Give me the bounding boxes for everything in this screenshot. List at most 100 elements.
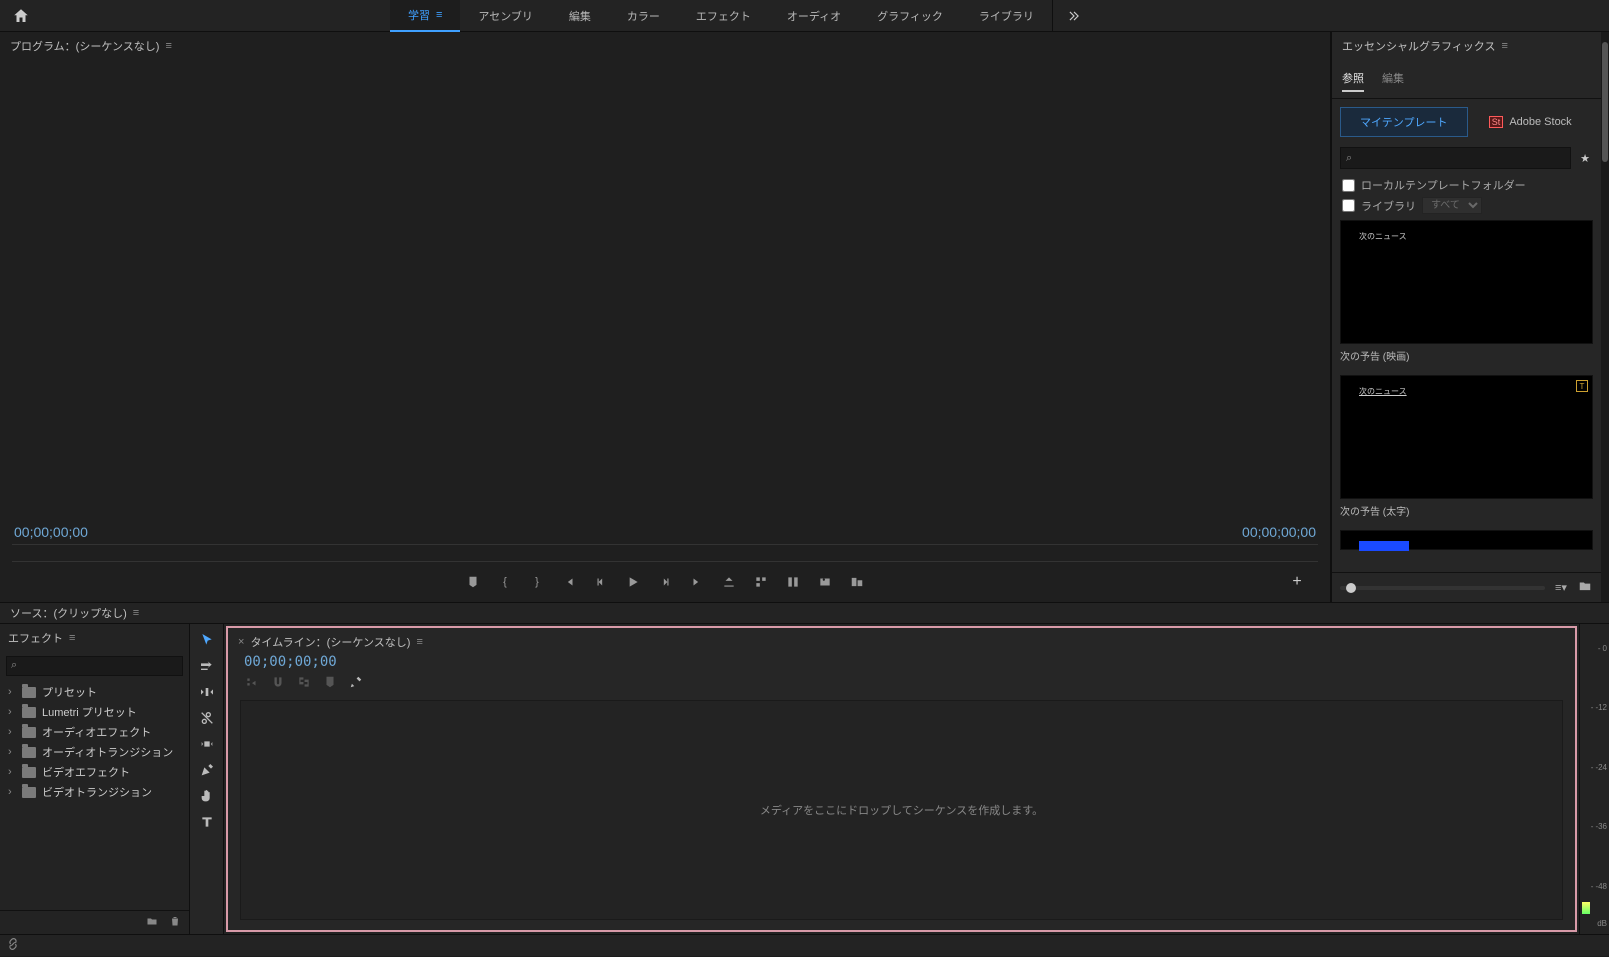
mark-in-icon[interactable]: { [496,573,514,591]
workspace-tab-library[interactable]: ライブラリ [961,0,1052,32]
thumbnail-zoom-slider[interactable] [1340,586,1545,590]
program-video-view[interactable] [0,60,1330,520]
lift-icon[interactable] [720,573,738,591]
mark-out-icon[interactable]: } [528,573,546,591]
template-list[interactable]: 次のニュース 次の予告 (映画) 次のニュース T 次の予告 (太字) [1332,218,1601,572]
top-bar: 学習 ≡ アセンブリ 編集 カラー エフェクト オーディオ グラフィック ライブ… [0,0,1609,32]
step-back-icon[interactable] [592,573,610,591]
razor-tool-icon[interactable] [196,708,218,728]
ripple-edit-tool-icon[interactable] [196,682,218,702]
chevron-right-icon: › [8,786,16,798]
program-transport-controls: { } + [0,562,1330,602]
effects-tree[interactable]: ›プリセット ›Lumetri プリセット ›オーディオエフェクト ›オーディオ… [0,680,189,910]
adobe-stock-button[interactable]: St Adobe Stock [1468,107,1594,137]
go-to-out-icon[interactable] [688,573,706,591]
template-search-input[interactable] [1340,147,1571,169]
timeline-panel-header[interactable]: × タイムライン：(シーケンスなし) ≡ [234,632,1569,652]
workspace-tab-effects[interactable]: エフェクト [678,0,769,32]
program-panel-header[interactable]: プログラム：(シーケンスなし) ≡ [0,32,1330,60]
library-select[interactable]: すべて [1422,197,1482,214]
workspace-tab-graphics[interactable]: グラフィック [859,0,961,32]
workspace-overflow-button[interactable] [1052,0,1095,32]
panel-menu-icon[interactable]: ≡ [1501,40,1507,52]
timeline-drop-zone[interactable]: メディアをここにドロップしてシーケンスを作成します。 [240,700,1563,920]
program-timecode-right[interactable]: 00;00;00;00 [1242,524,1316,540]
slip-tool-icon[interactable] [196,734,218,754]
link-icon[interactable] [6,937,20,954]
export-frame-icon[interactable] [816,573,834,591]
effects-folder[interactable]: ›ビデオトランジション [4,782,185,802]
effects-folder[interactable]: ›オーディオエフェクト [4,722,185,742]
effects-folder[interactable]: ›Lumetri プリセット [4,702,185,722]
type-tool-icon[interactable] [196,812,218,832]
template-card[interactable]: 次のニュース 次の予告 (映画) [1340,220,1593,367]
panel-menu-icon[interactable]: ≡ [416,636,422,648]
tab-edit[interactable]: 編集 [1382,66,1404,92]
program-panel-title: プログラム：(シーケンスなし) [10,38,159,54]
template-warning-icon: T [1576,380,1588,392]
effects-folder[interactable]: ›ビデオエフェクト [4,762,185,782]
workspace-tab-assembly[interactable]: アセンブリ [460,0,550,32]
selection-tool-icon[interactable] [196,630,218,650]
program-scrub-bar[interactable] [12,544,1318,562]
folder-icon [22,687,36,698]
template-card[interactable] [1340,530,1593,550]
home-icon[interactable] [12,7,30,25]
panel-menu-icon[interactable]: ≡ [436,9,442,21]
close-tab-icon[interactable]: × [238,636,244,648]
status-bar [0,934,1609,956]
snap-icon [270,674,286,690]
timeline-panel[interactable]: × タイムライン：(シーケンスなし) ≡ 00;00;00;00 メディアをここ… [226,626,1577,932]
workspace-tabs: 学習 ≡ アセンブリ 編集 カラー エフェクト オーディオ グラフィック ライブ… [390,0,1095,31]
effects-folder[interactable]: ›オーディオトランジション [4,742,185,762]
panel-menu-icon[interactable]: ≡ [165,40,171,52]
workspace-label: 編集 [569,8,591,24]
workspace-tab-color[interactable]: カラー [609,0,678,32]
panel-menu-icon[interactable]: ≡ [133,607,139,619]
sort-icon[interactable]: ≡▾ [1553,581,1569,594]
audio-meters-panel[interactable]: 0 -12 -24 -36 -48 dB [1579,624,1609,934]
linked-selection-icon [296,674,312,690]
workspace-label: 学習 [408,7,430,23]
template-search-row: ⌕ ★ [1340,147,1593,169]
delete-icon[interactable] [169,914,181,931]
my-templates-button[interactable]: マイテンプレート [1340,107,1468,137]
pen-tool-icon[interactable] [196,760,218,780]
hand-tool-icon[interactable] [196,786,218,806]
play-icon[interactable] [624,573,642,591]
essential-graphics-title: エッセンシャルグラフィックス [1342,38,1495,54]
go-to-in-icon[interactable] [560,573,578,591]
template-card[interactable]: 次のニュース T 次の予告 (太字) [1340,375,1593,522]
insert-sequence-icon [244,674,260,690]
track-select-tool-icon[interactable] [196,656,218,676]
step-forward-icon[interactable] [656,573,674,591]
library-checkbox[interactable]: ライブラリ すべて [1342,197,1591,214]
search-icon: ⌕ [11,659,17,672]
workspace-tab-audio[interactable]: オーディオ [769,0,859,32]
favorites-filter-icon[interactable]: ★ [1577,152,1593,165]
button-editor-icon[interactable]: + [1288,573,1306,591]
insert-icon[interactable] [784,573,802,591]
new-folder-icon[interactable] [1577,579,1593,596]
effects-search-row: ⌕ [6,656,183,676]
workspace-tab-learn[interactable]: 学習 ≡ [390,0,460,32]
essential-graphics-header[interactable]: エッセンシャルグラフィックス ≡ [1332,32,1601,60]
extract-icon[interactable] [752,573,770,591]
effects-panel-header[interactable]: エフェクト ≡ [0,624,189,652]
new-bin-icon[interactable] [145,915,159,930]
program-timecode-left[interactable]: 00;00;00;00 [14,524,88,540]
comparison-view-icon[interactable] [848,573,866,591]
timeline-timecode[interactable]: 00;00;00;00 [234,652,1569,672]
timeline-toolbar [234,672,1569,696]
panel-menu-icon[interactable]: ≡ [69,632,75,644]
tab-browse[interactable]: 参照 [1342,66,1364,92]
local-template-folder-checkbox[interactable]: ローカルテンプレートフォルダー [1342,177,1591,193]
timeline-settings-icon[interactable] [348,674,364,690]
essential-graphics-scrollbar[interactable] [1601,32,1609,602]
source-panel-header[interactable]: ソース：(クリップなし) ≡ [0,602,1609,624]
add-marker-icon[interactable] [464,573,482,591]
essential-graphics-footer: ≡▾ [1332,572,1601,602]
effects-search-input[interactable] [6,656,183,676]
workspace-tab-edit[interactable]: 編集 [551,0,609,32]
effects-folder[interactable]: ›プリセット [4,682,185,702]
